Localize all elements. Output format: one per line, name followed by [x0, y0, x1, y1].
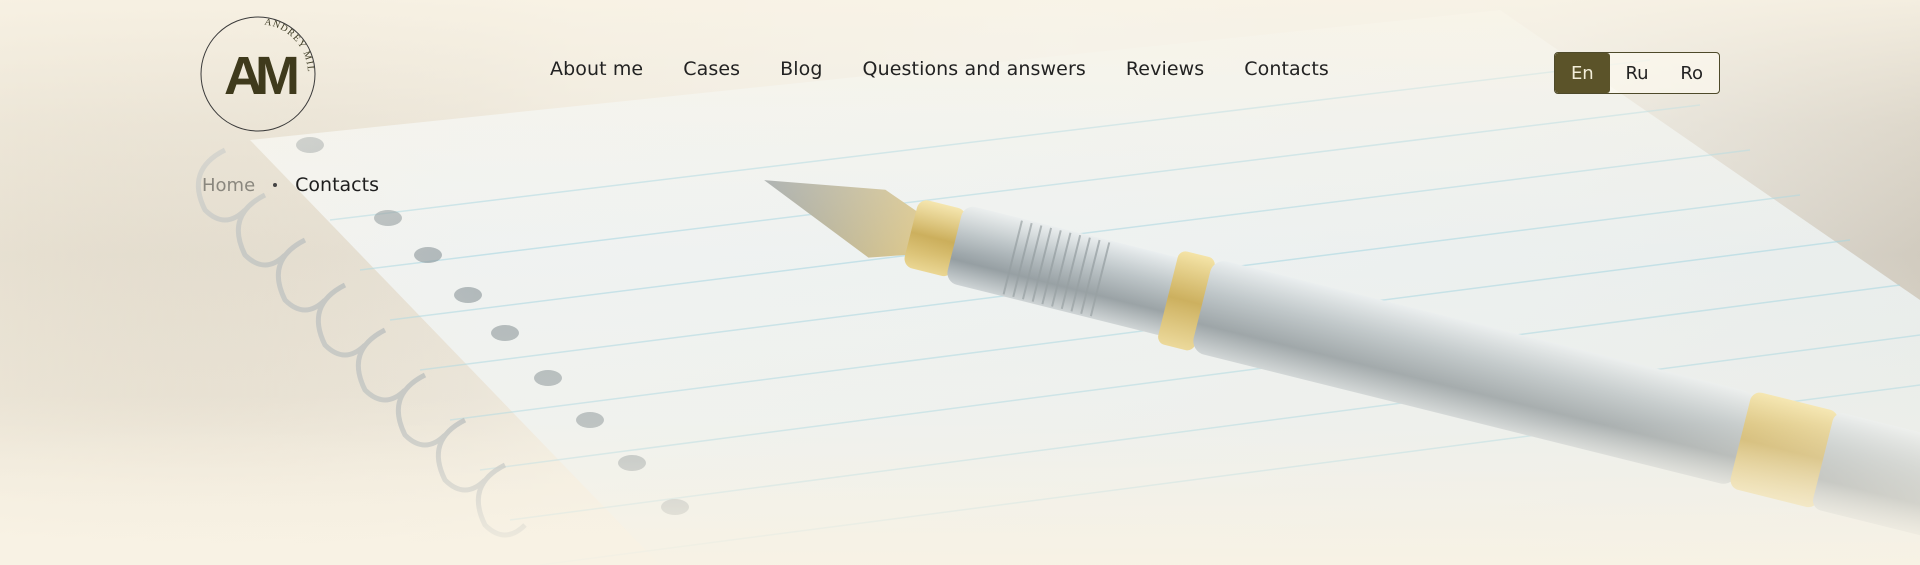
breadcrumb: Home Contacts — [202, 174, 379, 196]
logo-monogram-text: AM — [224, 46, 297, 106]
breadcrumb-current: Contacts — [295, 174, 379, 196]
language-switcher: En Ru Ro — [1554, 52, 1720, 94]
nav-item-cases[interactable]: Cases — [683, 58, 740, 80]
language-option-ro[interactable]: Ro — [1664, 53, 1719, 93]
nav-item-questions-and-answers[interactable]: Questions and answers — [863, 58, 1086, 80]
main-navigation: About me Cases Blog Questions and answer… — [550, 58, 1329, 80]
nav-item-reviews[interactable]: Reviews — [1126, 58, 1204, 80]
site-header: ANDREY MILOSTA AM About me Cases Blog Qu… — [0, 0, 1920, 140]
logo-monogram[interactable]: ANDREY MILOSTA AM — [198, 14, 318, 134]
nav-item-contacts[interactable]: Contacts — [1244, 58, 1329, 80]
breadcrumb-home-link[interactable]: Home — [202, 175, 255, 196]
nav-item-about-me[interactable]: About me — [550, 58, 643, 80]
nav-item-blog[interactable]: Blog — [780, 58, 822, 80]
language-option-en[interactable]: En — [1555, 53, 1610, 93]
language-option-ru[interactable]: Ru — [1610, 53, 1665, 93]
breadcrumb-separator — [273, 183, 278, 187]
